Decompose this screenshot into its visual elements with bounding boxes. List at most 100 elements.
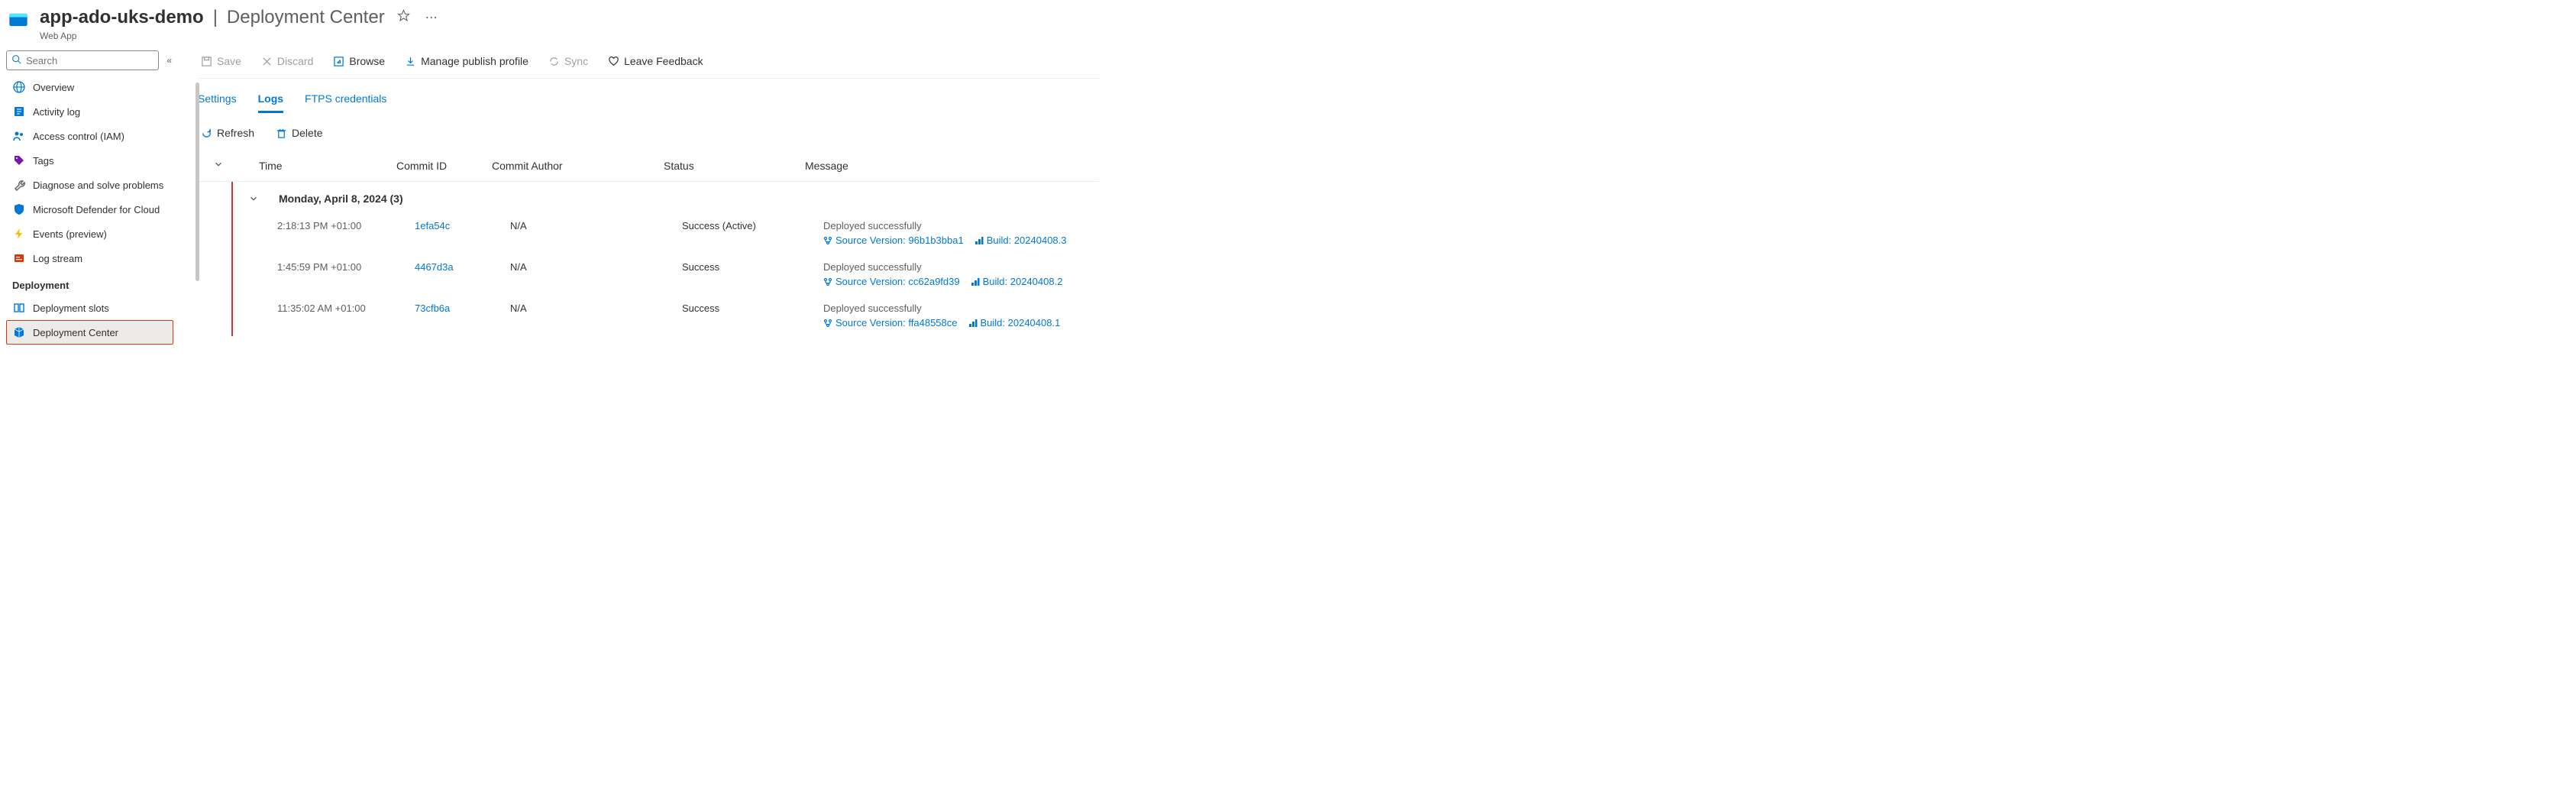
chevron-down-icon[interactable] xyxy=(248,193,259,204)
tab-logs[interactable]: Logs xyxy=(258,92,283,113)
branch-icon xyxy=(823,277,832,286)
save-label: Save xyxy=(217,55,241,67)
save-icon xyxy=(201,56,212,67)
sidebar-item-activity-log[interactable]: Activity log xyxy=(6,99,173,124)
refresh-button[interactable]: Refresh xyxy=(198,125,257,141)
cell-time: 11:35:02 AM +01:00 xyxy=(277,303,415,314)
deployments-table: Time Commit ID Commit Author Status Mess… xyxy=(198,151,1099,336)
shield-icon xyxy=(13,203,25,215)
branch-icon xyxy=(823,319,832,328)
sidebar-item-log-stream[interactable]: Log stream xyxy=(6,246,173,270)
sidebar-item-access-control[interactable]: Access control (IAM) xyxy=(6,124,173,148)
discard-icon xyxy=(261,56,273,67)
sidebar-item-label: Log stream xyxy=(33,253,82,264)
message-text: Deployed successfully xyxy=(823,303,1099,314)
trash-icon xyxy=(276,128,287,139)
resource-type: Web App xyxy=(40,31,441,41)
sidebar-scrollbar[interactable] xyxy=(196,83,199,281)
sidebar-search[interactable] xyxy=(6,50,159,70)
source-version-link[interactable]: Source Version: cc62a9fd39 xyxy=(823,276,960,287)
group-title: Monday, April 8, 2024 (3) xyxy=(279,193,403,205)
cell-message: Deployed successfully Source Version: 96… xyxy=(823,220,1099,246)
browse-label: Browse xyxy=(349,55,385,67)
sidebar-item-label: Overview xyxy=(33,82,74,93)
cell-commit-author: N/A xyxy=(510,220,682,231)
delete-button[interactable]: Delete xyxy=(273,125,325,141)
col-header-commit-id[interactable]: Commit ID xyxy=(396,160,492,172)
table-row[interactable]: 2:18:13 PM +01:00 1efa54c N/A Success (A… xyxy=(231,212,1099,254)
sidebar-item-tags[interactable]: Tags xyxy=(6,148,173,173)
refresh-label: Refresh xyxy=(217,127,254,139)
log-icon xyxy=(13,105,25,118)
sidebar-item-diagnose[interactable]: Diagnose and solve problems xyxy=(6,173,173,197)
leave-feedback-button[interactable]: Leave Feedback xyxy=(605,53,706,69)
col-header-commit-author[interactable]: Commit Author xyxy=(492,160,664,172)
manage-publish-profile-label: Manage publish profile xyxy=(421,55,528,67)
webapp-icon xyxy=(8,9,29,31)
sidebar-item-deployment-slots[interactable]: Deployment slots xyxy=(6,296,173,320)
leave-feedback-label: Leave Feedback xyxy=(624,55,703,67)
ellipsis-icon: ⋯ xyxy=(425,11,438,24)
sidebar-collapse-button[interactable]: « xyxy=(165,53,173,67)
tab-ftps-credentials[interactable]: FTPS credentials xyxy=(305,92,386,113)
build-icon xyxy=(974,236,984,245)
manage-publish-profile-button[interactable]: Manage publish profile xyxy=(402,53,532,69)
discard-label: Discard xyxy=(277,55,313,67)
col-header-status[interactable]: Status xyxy=(664,160,805,172)
col-header-message[interactable]: Message xyxy=(805,160,1099,172)
bolt-icon xyxy=(13,228,25,240)
chevron-double-left-icon: « xyxy=(166,55,172,66)
sidebar-item-label: Activity log xyxy=(33,106,80,118)
table-row[interactable]: 1:45:59 PM +01:00 4467d3a N/A Success De… xyxy=(231,254,1099,295)
favorite-button[interactable] xyxy=(394,6,413,29)
cell-time: 1:45:59 PM +01:00 xyxy=(277,261,415,273)
command-bar: Save Discard Browse Manage publish profi… xyxy=(198,46,1099,79)
col-header-time[interactable]: Time xyxy=(259,160,396,172)
title-separator: | xyxy=(213,7,218,28)
heart-icon xyxy=(608,56,619,67)
slots-icon xyxy=(13,302,25,314)
sidebar-item-label: Tags xyxy=(33,155,53,167)
search-icon xyxy=(11,54,21,66)
cell-commit-author: N/A xyxy=(510,303,682,314)
cube-icon xyxy=(13,326,25,338)
page-title: Deployment Center xyxy=(227,7,385,28)
page-header: app-ado-uks-demo | Deployment Center ⋯ W… xyxy=(0,0,2576,46)
sidebar-item-label: Microsoft Defender for Cloud xyxy=(33,204,160,215)
discard-button: Discard xyxy=(258,53,316,69)
cell-status: Success (Active) xyxy=(682,220,823,231)
sidebar-item-overview[interactable]: Overview xyxy=(6,75,173,99)
cell-message: Deployed successfully Source Version: ff… xyxy=(823,303,1099,328)
sidebar-item-defender[interactable]: Microsoft Defender for Cloud xyxy=(6,197,173,222)
build-link[interactable]: Build: 20240408.1 xyxy=(968,317,1061,328)
table-group-row[interactable]: Monday, April 8, 2024 (3) xyxy=(231,182,1099,212)
main-content: Save Discard Browse Manage publish profi… xyxy=(179,46,2576,349)
stream-icon xyxy=(13,252,25,264)
browse-button[interactable]: Browse xyxy=(330,53,388,69)
cell-commit-id: 1efa54c xyxy=(415,220,510,231)
build-link[interactable]: Build: 20240408.2 xyxy=(971,276,1063,287)
sidebar-item-label: Events (preview) xyxy=(33,228,107,240)
sidebar-item-label: Diagnose and solve problems xyxy=(33,180,163,191)
sidebar-nav: Overview Activity log Access control (IA… xyxy=(6,75,173,345)
source-version-link[interactable]: Source Version: 96b1b3bba1 xyxy=(823,235,964,246)
source-version-link[interactable]: Source Version: ffa48558ce xyxy=(823,317,958,328)
commit-link[interactable]: 73cfb6a xyxy=(415,303,450,314)
sidebar-search-input[interactable] xyxy=(26,55,154,66)
sync-icon xyxy=(548,56,560,67)
commit-link[interactable]: 4467d3a xyxy=(415,261,454,273)
table-row[interactable]: 11:35:02 AM +01:00 73cfb6a N/A Success D… xyxy=(231,295,1099,336)
message-text: Deployed successfully xyxy=(823,261,1099,273)
build-icon xyxy=(968,319,978,328)
sidebar-item-events[interactable]: Events (preview) xyxy=(6,222,173,246)
tab-settings[interactable]: Settings xyxy=(198,92,237,113)
sidebar-item-deployment-center[interactable]: Deployment Center xyxy=(6,320,173,345)
build-link[interactable]: Build: 20240408.3 xyxy=(974,235,1067,246)
sidebar: « Overview Activity log Access control (… xyxy=(0,46,179,349)
message-text: Deployed successfully xyxy=(823,220,1099,231)
chevron-down-icon[interactable] xyxy=(213,159,224,170)
more-button[interactable]: ⋯ xyxy=(422,7,441,28)
cell-commit-id: 4467d3a xyxy=(415,261,510,273)
cell-commit-id: 73cfb6a xyxy=(415,303,510,314)
commit-link[interactable]: 1efa54c xyxy=(415,220,450,231)
